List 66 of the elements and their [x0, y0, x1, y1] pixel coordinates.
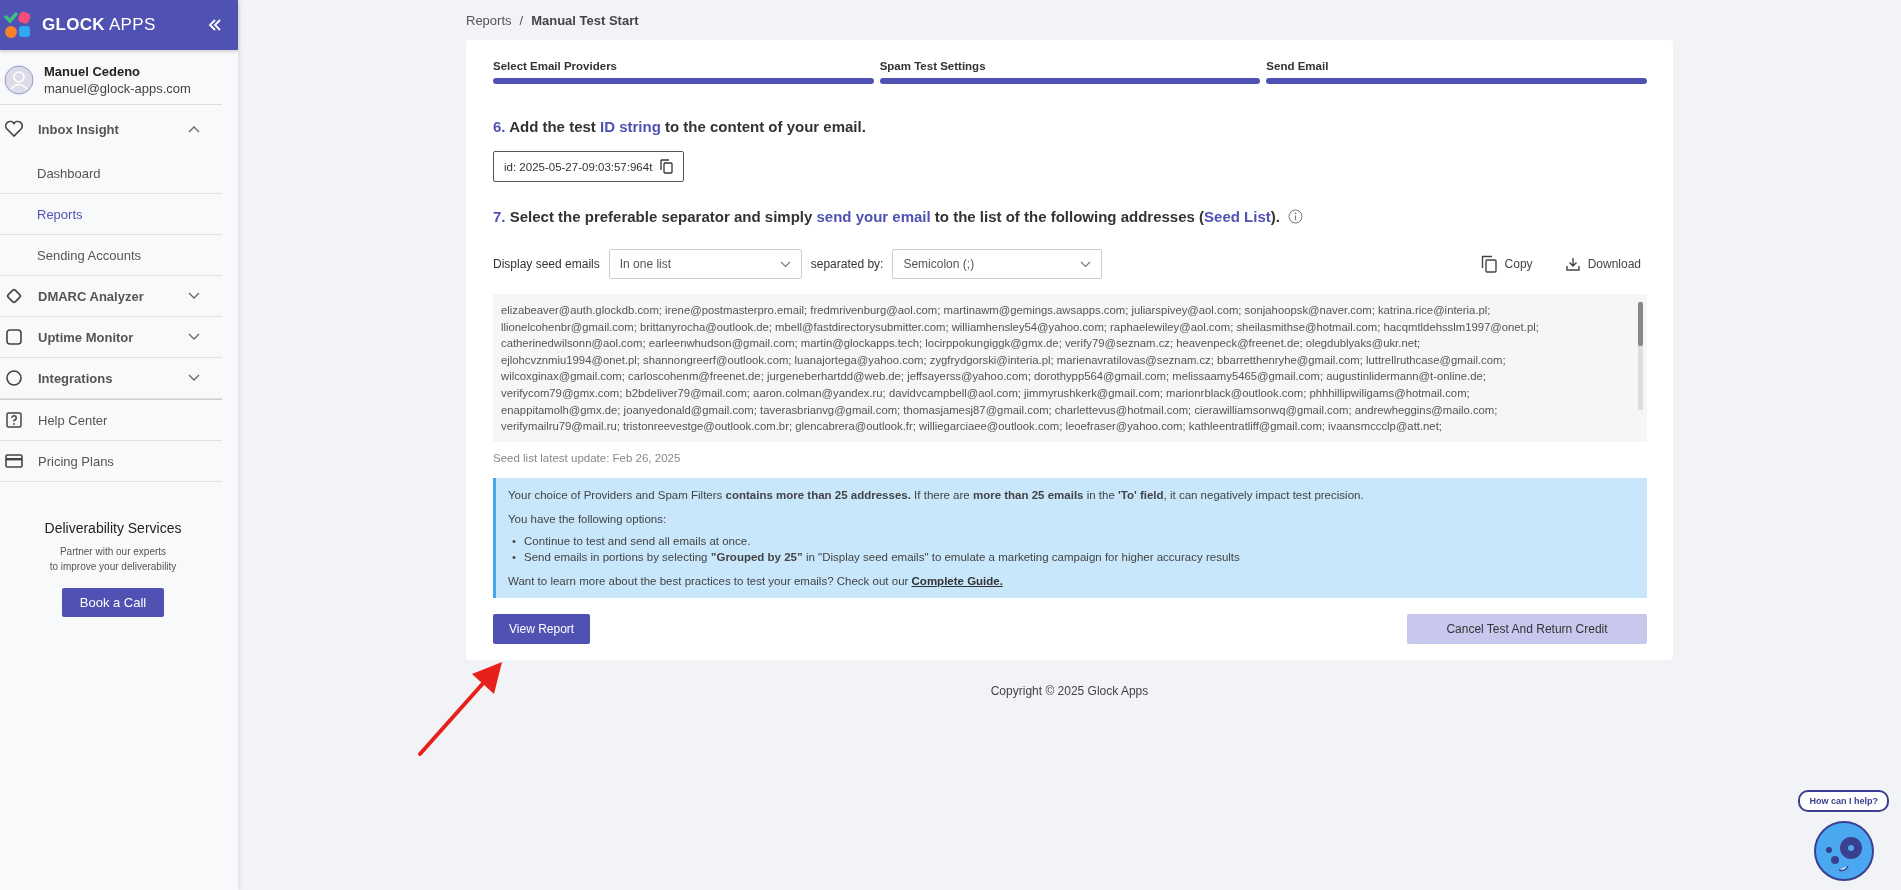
- square-icon: [4, 329, 24, 345]
- diamond-icon: [4, 287, 24, 305]
- nav-item[interactable]: Help Center: [0, 399, 222, 441]
- notice-text: You have the following options:: [508, 513, 668, 525]
- promo-text: to improve your deliverability: [49, 560, 177, 574]
- seed-list-field[interactable]: elizabeaver@auth.glockdb.com; irene@postmasterpro.email; fredmrivenburg@aol.com; martinawm@gemings.awsapps.com; juliarspivey@aol.com; sonjahoopsk@naver.com; katrina.rice@interia.pl; llionelcohenbr@gmail.com; brittanyrocha@outlook.de; mbell@fastdirectorysubmitter.com; williamhensley54@yahoo.com; raphaelewiley@aol.com; sheilasmithse@hotmail.com; hacqmtldehsslm1997@onet.pl; catherinedwilsonn@aol.com; earleenwhudson@gmail.com; martin@glockapps.tech; locirppokungiggk@gmx.de; verify79@seznam.cz; heavenpeck@freenet.de; olegdublyaks@ukr.net; ejlohcvznmiu1994@onet.pl; shannongreerf@outlook.com; luanajortega@yahoo.com; zygfrydgorski@interia.pl; marienavratilovas@seznam.cz; bbarretthenryhe@gmail.com; luttrellruthcase@gmail.com; wilcoxginax@gmail.com; carloscohenm@freenet.de; jurgeneberhartdd@web.de; jeffsayerss@yahoo.com; dorothypp564@gmail.com; melissaamy5465@gmail.com; augustinlidermann@t-online.de; verifycom79@gmx.com; b2bdeliver79@mail.com; aaron.colman@yandex.ru; davidvcampbell@aol.com; jimmyrushkerk@gmail.com; marionrblack@outlook.com; phhhillipwiligams@hotmail.com; enappitamolh@gmx.de; joanyedonald@gmail.com; taverasbrianvg@gmail.com; thomasjamesj87@gmail.com; charlettevus@hotmail.com; cierawilliamsonwq@gmail.com; andrewheggins@mailo.com; verifymailru79@mail.ru; tristonreevestge@outlook.com.br; glencabrera@outlook.fr; williegarciaee@outlook.com; leoefraser@yahoo.com; kathleentratliff@gmail.com; ivaansmccclp@att.net;: [493, 294, 1647, 442]
- nav-item[interactable]: Integrations: [0, 358, 222, 399]
- copy-icon: [1480, 255, 1497, 273]
- view-report-button[interactable]: View Report: [493, 614, 591, 644]
- help-icon: [4, 412, 24, 428]
- bullet: •: [512, 550, 517, 565]
- user-email: manuel@glock-apps.com: [44, 81, 191, 96]
- download-icon: [1565, 257, 1580, 271]
- chevron-down-icon: [188, 333, 200, 341]
- download-button[interactable]: Download: [1559, 257, 1647, 271]
- step-label: Spam Test Settings: [879, 60, 987, 72]
- book-call-button[interactable]: Book a Call: [61, 588, 165, 617]
- notice-text: Want to learn more about the best practices to test your emails? Check out our: [508, 575, 909, 587]
- copyright-text: Copyright © 2025 Glock Apps: [990, 684, 1149, 698]
- avatar-icon: [4, 65, 34, 95]
- nav-item[interactable]: Pricing Plans: [0, 441, 222, 482]
- option-item: Send emails in portions by selecting ”Grouped by 25” in "Display seed emails" to emulate a marketing campaign for higher accuracy results: [524, 550, 1240, 565]
- chevron-down-icon: [188, 374, 200, 382]
- nav-item[interactable]: Uptime Monitor: [0, 317, 222, 358]
- heart-icon: [4, 120, 24, 138]
- nav-subitem[interactable]: Reports: [0, 194, 222, 235]
- notice-text: Your choice of Providers and Spam Filters contains more than 25 addresses. If there are more than 25 emails in the 'To' field, it can negatively impact test precision.: [508, 489, 1365, 501]
- chat-bot-drawing[interactable]: [1812, 820, 1875, 882]
- step-heading: 7. Select the preferable separator and simply send your email to the list of the following addresses (Seed List).: [493, 208, 1280, 225]
- nav-item[interactable]: Inbox Insight: [0, 105, 222, 153]
- step-label: Select Email Providers: [493, 60, 618, 72]
- step-label: Send Email: [1266, 60, 1330, 72]
- logo-icon: [4, 11, 32, 39]
- display-label: Display seed emails: [493, 257, 600, 271]
- copy-icon[interactable]: [660, 159, 674, 174]
- option-item: Continue to test and send all emails at once.: [524, 534, 751, 549]
- circle-icon: [4, 370, 24, 386]
- separator-select[interactable]: Semicolon (;): [892, 249, 1103, 279]
- separator-label: separated by:: [810, 257, 884, 271]
- credit-card-icon: [4, 454, 24, 468]
- chevron-down-icon: [188, 292, 200, 300]
- bullet: •: [512, 534, 517, 549]
- seed-update-note: Seed list latest update: Feb 26, 2025: [493, 452, 682, 464]
- scrollbar[interactable]: [1638, 302, 1643, 410]
- nav-subitem[interactable]: Dashboard: [0, 153, 222, 194]
- chevron-up-icon: [188, 125, 200, 133]
- chevron-down-icon: [779, 260, 791, 268]
- user-name: Manuel Cedeno: [44, 64, 142, 79]
- promo-text: Partner with our experts: [59, 545, 167, 559]
- guide-link[interactable]: Complete Guide.: [911, 575, 1003, 587]
- breadcrumb-item[interactable]: Reports: [466, 13, 512, 28]
- info-icon[interactable]: [1287, 209, 1303, 224]
- collapse-icon[interactable]: [208, 19, 222, 31]
- copy-button[interactable]: Copy: [1474, 255, 1539, 273]
- breadcrumb-item: Manual Test Start: [531, 13, 639, 28]
- cancel-button[interactable]: Cancel Test And Return Credit: [1407, 614, 1647, 644]
- nav-item[interactable]: DMARC Analyzer: [0, 276, 222, 317]
- promo-title: Deliverability Services: [44, 520, 182, 536]
- breadcrumb-separator: /: [519, 13, 524, 28]
- step-heading: 6. Add the test ID string to the content of your email.: [493, 118, 867, 135]
- chat-bubble[interactable]: How can I help?: [1798, 790, 1889, 812]
- chevron-down-icon: [1080, 260, 1092, 268]
- brand-name: GLOCK APPS: [42, 15, 157, 35]
- display-select[interactable]: In one list: [608, 249, 802, 279]
- nav-subitem[interactable]: Sending Accounts: [0, 235, 222, 276]
- test-id-field[interactable]: id: 2025-05-27-09:03:57:964t: [493, 151, 685, 182]
